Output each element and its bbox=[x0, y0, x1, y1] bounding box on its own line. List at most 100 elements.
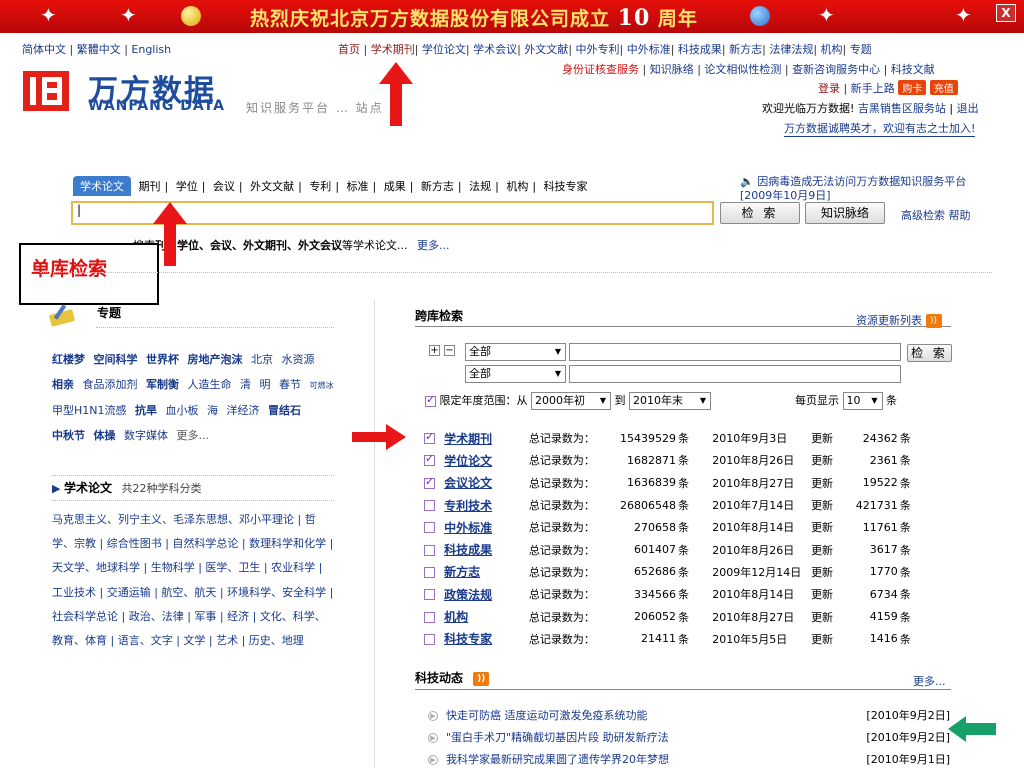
database-checkbox[interactable] bbox=[424, 522, 435, 534]
database-name-link[interactable]: 专利技术 bbox=[440, 499, 492, 513]
topic-link[interactable]: 春节 bbox=[279, 378, 301, 391]
topic-link[interactable]: 洋经济 bbox=[227, 404, 260, 417]
topic-link[interactable]: 抗旱 bbox=[135, 404, 157, 417]
database-name-link[interactable]: 科技专家 bbox=[440, 632, 492, 646]
news-item[interactable]: ▶ 快走可防癌 适度运动可激发免疫系统功能 [2010年9月2日] bbox=[428, 705, 950, 727]
logout-link[interactable]: 退出 bbox=[957, 102, 979, 115]
topic-link[interactable]: 北京 bbox=[251, 353, 273, 366]
field-select-1[interactable]: 全部 ▼ bbox=[465, 343, 566, 361]
topic-link[interactable]: 水资源 bbox=[282, 353, 315, 366]
topic-link[interactable]: 人造生命 bbox=[188, 378, 232, 391]
year-from-select[interactable]: 2000年初 ▼ bbox=[531, 392, 611, 410]
topic-link[interactable]: 红楼梦 bbox=[52, 353, 85, 366]
nav-sci-lit[interactable]: 科技文献 bbox=[891, 63, 935, 76]
database-checkbox[interactable] bbox=[424, 611, 435, 623]
nav-home[interactable]: 首页 bbox=[338, 43, 360, 56]
nav-similarity[interactable]: 论文相似性检测 bbox=[704, 63, 781, 76]
topic-link[interactable]: 食品添加剂 bbox=[83, 378, 138, 391]
topic-link[interactable]: 更多... bbox=[177, 429, 210, 442]
per-page-select[interactable]: 10 ▼ bbox=[842, 392, 883, 410]
rss-icon[interactable]: )) bbox=[925, 314, 942, 328]
tab-papers[interactable]: 学术论文 bbox=[73, 176, 131, 196]
update-list-link[interactable]: 资源更新列表 )) bbox=[856, 312, 942, 328]
database-name-link[interactable]: 学术期刊 bbox=[440, 432, 492, 446]
database-checkbox[interactable] bbox=[424, 452, 435, 467]
year-range-checkbox[interactable] bbox=[425, 393, 436, 407]
nav-laws[interactable]: 法律法规 bbox=[769, 43, 813, 56]
database-checkbox[interactable] bbox=[424, 589, 435, 601]
update-list-text[interactable]: 资源更新列表 bbox=[856, 314, 922, 327]
topic-link[interactable]: 甲型H1N1流感 bbox=[52, 404, 127, 417]
news-link[interactable]: 我科学家最新研究成果圆了遗传学界20年梦想 bbox=[446, 753, 669, 766]
nav-consulting[interactable]: 查新咨询服务中心 bbox=[792, 63, 880, 76]
tab-gazetteers[interactable]: 新方志 bbox=[417, 176, 458, 196]
nav-journals[interactable]: 学术期刊 bbox=[371, 43, 415, 56]
database-name-link[interactable]: 会议论文 bbox=[440, 476, 492, 490]
year-to-select[interactable]: 2010年末 ▼ bbox=[629, 392, 711, 410]
nav-id-verify[interactable]: 身份证核查服务 bbox=[562, 63, 639, 76]
tab-patents[interactable]: 专利 bbox=[305, 176, 335, 196]
lang-traditional[interactable]: 繁體中文 bbox=[77, 43, 121, 56]
search-button[interactable]: 检 索 bbox=[720, 202, 800, 224]
discipline-list[interactable]: 马克思主义、列宁主义、毛泽东思想、邓小平理论 | 哲学、宗教 | 综合性图书 |… bbox=[52, 508, 334, 653]
topic-link[interactable]: 世界杯 bbox=[146, 353, 179, 366]
advanced-search-link[interactable]: 高级检索 bbox=[901, 209, 945, 222]
cross-search-button[interactable]: 检 索 bbox=[907, 344, 952, 362]
database-checkbox[interactable] bbox=[424, 633, 435, 645]
nav-gazetteers[interactable]: 新方志 bbox=[729, 43, 762, 56]
database-name-link[interactable]: 科技成果 bbox=[440, 543, 492, 557]
nav-conferences[interactable]: 学术会议 bbox=[473, 43, 517, 56]
news-link[interactable]: 快走可防癌 适度运动可激发免疫系统功能 bbox=[446, 709, 648, 722]
lang-english[interactable]: English bbox=[131, 43, 171, 56]
nav-theses[interactable]: 学位论文 bbox=[422, 43, 466, 56]
nav-achievements[interactable]: 科技成果 bbox=[678, 43, 722, 56]
database-name-link[interactable]: 学位论文 bbox=[440, 454, 492, 468]
nav-foreign[interactable]: 外文文献 bbox=[524, 43, 568, 56]
news-item[interactable]: ▶ 我科学家最新研究成果圆了遗传学界20年梦想 [2010年9月1日] bbox=[428, 749, 950, 768]
help-link[interactable]: 帮助 bbox=[949, 209, 971, 222]
cross-search-input-2[interactable] bbox=[569, 365, 901, 383]
tab-institutions[interactable]: 机构 bbox=[502, 176, 532, 196]
topic-link[interactable]: 房地产泡沫 bbox=[188, 353, 243, 366]
nav-standards[interactable]: 中外标准 bbox=[627, 43, 671, 56]
database-name-link[interactable]: 机构 bbox=[440, 610, 468, 624]
nav-patents[interactable]: 中外专利 bbox=[576, 43, 620, 56]
database-checkbox[interactable] bbox=[424, 544, 435, 556]
tab-achievements[interactable]: 成果 bbox=[380, 176, 410, 196]
database-name-link[interactable]: 中外标准 bbox=[440, 521, 492, 535]
news-link[interactable]: "蛋白手术刀"精确截切基因片段 助研发新疗法 bbox=[446, 731, 669, 744]
tab-foreign[interactable]: 外文文献 bbox=[246, 176, 298, 196]
newbie-link[interactable]: 新手上路 bbox=[851, 82, 895, 95]
add-row-icon[interactable]: + bbox=[429, 345, 440, 356]
database-checkbox[interactable] bbox=[424, 566, 435, 578]
cross-search-input-1[interactable] bbox=[569, 343, 901, 361]
news-item[interactable]: ▶ "蛋白手术刀"精确截切基因片段 助研发新疗法 [2010年9月2日] bbox=[428, 727, 950, 749]
nav-knowledge[interactable]: 知识脉络 bbox=[650, 63, 694, 76]
topic-link[interactable]: 体操 bbox=[94, 429, 116, 442]
buy-card-button[interactable]: 购卡 bbox=[898, 80, 927, 95]
database-checkbox[interactable] bbox=[424, 430, 435, 445]
field-select-2[interactable]: 全部 ▼ bbox=[465, 365, 566, 383]
remove-row-icon[interactable]: − bbox=[444, 345, 455, 356]
topic-link[interactable]: 可燃冰 bbox=[310, 381, 334, 390]
close-banner-button[interactable]: X bbox=[996, 4, 1016, 22]
topic-link[interactable]: 相亲 bbox=[52, 378, 74, 391]
topic-link[interactable]: 冒结石 bbox=[268, 404, 301, 417]
nav-institutions[interactable]: 机构 bbox=[821, 43, 843, 56]
region-link[interactable]: 吉黑销售区服务站 bbox=[858, 102, 946, 115]
rss-icon[interactable]: )) bbox=[473, 671, 490, 686]
knowledge-button[interactable]: 知识脉络 bbox=[805, 202, 885, 224]
tab-standards[interactable]: 标准 bbox=[343, 176, 373, 196]
notice-link[interactable]: 因病毒造成无法访问万方数据知识服务平台 [2009年10月9日] bbox=[740, 175, 966, 202]
login-link[interactable]: 登录 bbox=[818, 82, 840, 95]
news-more-link[interactable]: 更多... bbox=[913, 673, 946, 690]
tab-conferences[interactable]: 会议 bbox=[209, 176, 239, 196]
topic-link[interactable]: 海 bbox=[207, 404, 218, 417]
tab-journals[interactable]: 期刊 bbox=[135, 176, 165, 196]
nav-topics[interactable]: 专题 bbox=[850, 43, 872, 56]
database-name-link[interactable]: 政策法规 bbox=[440, 588, 492, 602]
tab-experts[interactable]: 科技专家 bbox=[540, 176, 592, 196]
database-name-link[interactable]: 新方志 bbox=[440, 565, 480, 579]
recharge-button[interactable]: 充值 bbox=[929, 80, 958, 95]
tab-degrees[interactable]: 学位 bbox=[172, 176, 202, 196]
